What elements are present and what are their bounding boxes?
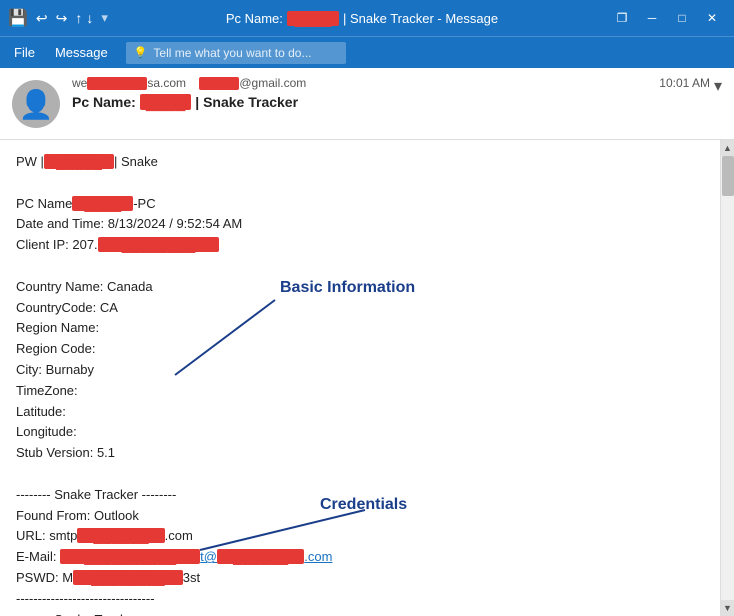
pcname-redacted: ████ [72,196,133,211]
body-pc-name: PC Name████-PC [16,194,704,215]
person-icon: 👤 [19,88,54,121]
body-region-code: Region Code: [16,339,704,360]
window-controls: ❐ ─ □ ✕ [608,4,726,32]
undo-icon[interactable]: ↩ [36,10,48,27]
body-stub-version: Stub Version: 5.1 [16,443,704,464]
more-icon[interactable]: ▾ [101,10,108,26]
email-from: wesa.com @gmail.com [72,76,651,90]
email-meta: wesa.com @gmail.com Pc Name: ████ | Snak… [72,76,651,110]
body-found-from: Found From: Outlook [16,506,704,527]
pswd-redacted: ████████ [73,570,183,585]
expand-btn[interactable]: ▾ [714,76,722,96]
scrollbar-down[interactable]: ▼ [721,600,734,616]
body-divider2: -------------------------------- [16,589,704,610]
body-city: City: Burnaby [16,360,704,381]
url-redacted: ██████ [77,528,164,543]
title-redacted: ████ [287,11,340,26]
avatar: 👤 [12,80,60,128]
subject-redacted: ████ [140,94,192,110]
email-domain-redacted: ██████ [217,549,304,564]
body-client-ip: Client IP: 207.████████ [16,235,704,256]
up-icon[interactable]: ↑ [75,10,82,26]
body-divider3: -------- Snake Tracker -------- [16,610,704,616]
ip-redacted: ████████ [98,237,220,252]
email-body-container: Basic Information Credentials PW |█████|… [0,140,734,616]
from-redacted [87,77,147,90]
app-icon: 💾 [8,8,28,28]
lightbulb-icon: 💡 [134,46,148,59]
body-divider1: -------- Snake Tracker -------- [16,485,704,506]
window-title: Pc Name: ████ | Snake Tracker - Message [116,11,608,26]
body-longitude: Longitude: [16,422,704,443]
body-country: Country Name: Canada [16,277,704,298]
search-placeholder: Tell me what you want to do... [153,46,311,60]
email-header: 👤 wesa.com @gmail.com Pc Name: ████ | Sn… [0,68,734,140]
scrollbar[interactable]: ▲ ▼ [720,140,734,616]
file-menu[interactable]: File [4,41,45,64]
close-btn[interactable]: ✕ [698,4,726,32]
email-subject: Pc Name: ████ | Snake Tracker [72,94,651,110]
body-datetime: Date and Time: 8/13/2024 / 9:52:54 AM [16,214,704,235]
message-menu[interactable]: Message [45,41,118,64]
search-bar[interactable]: 💡 Tell me what you want to do... [126,42,346,64]
body-timezone: TimeZone: [16,381,704,402]
body-pswd: PSWD: M████████3st [16,568,704,589]
email-link[interactable]: ██████████t@██████.com [60,549,332,564]
scrollbar-track[interactable] [721,156,734,600]
arrange-windows-btn[interactable]: ❐ [608,4,636,32]
pw-redacted: █████ [44,154,114,169]
body-latitude: Latitude: [16,402,704,423]
body-country-code: CountryCode: CA [16,298,704,319]
body-line-pw: PW |█████| Snake [16,152,704,173]
scrollbar-up[interactable]: ▲ [721,140,734,156]
body-region-name: Region Name: [16,318,704,339]
email-time: 10:01 AM [659,76,710,90]
email-redacted: ██████████ [60,549,200,564]
minimize-btn[interactable]: ─ [638,4,666,32]
redo-icon[interactable]: ↪ [56,10,68,27]
from2-redacted [199,77,239,90]
maximize-btn[interactable]: □ [668,4,696,32]
menu-bar: File Message 💡 Tell me what you want to … [0,36,734,68]
title-bar: 💾 ↩ ↪ ↑ ↓ ▾ Pc Name: ████ | Snake Tracke… [0,0,734,36]
body-email: E-Mail: ██████████t@██████.com [16,547,704,568]
scrollbar-thumb[interactable] [722,156,734,196]
down-icon[interactable]: ↓ [86,10,93,26]
email-body: Basic Information Credentials PW |█████|… [0,140,720,616]
body-url: URL: smtp██████.com [16,526,704,547]
